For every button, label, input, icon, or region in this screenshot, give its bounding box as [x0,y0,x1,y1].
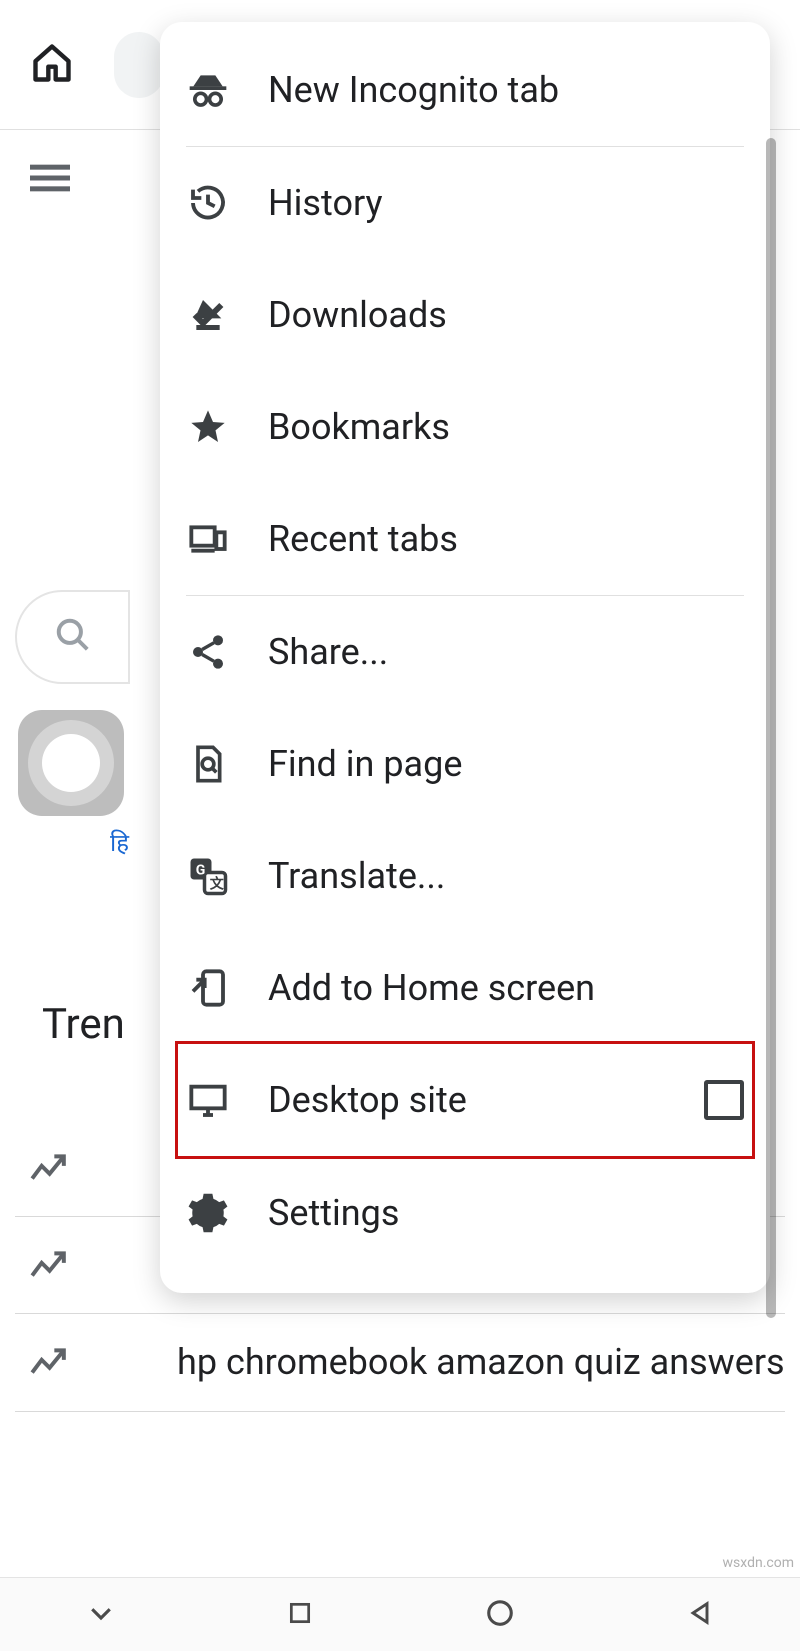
menu-item-translate[interactable]: G文 Translate... [178,820,752,932]
menu-label: Downloads [268,294,447,336]
add-to-home-icon [186,966,230,1010]
downloads-icon [186,293,230,337]
nav-chevron-down-icon[interactable] [86,1598,116,1632]
menu-label: History [268,182,383,224]
history-icon [186,181,230,225]
menu-label: Settings [268,1192,399,1234]
home-icon[interactable] [30,41,74,89]
desktop-icon [186,1078,230,1122]
nav-recents-icon[interactable] [287,1600,313,1630]
recent-tabs-icon [186,517,230,561]
search-icon [54,616,92,658]
menu-label: Find in page [268,743,462,785]
menu-label: New Incognito tab [268,69,559,111]
app-shortcut[interactable] [18,710,124,816]
menu-item-add-home[interactable]: Add to Home screen [178,932,752,1044]
nav-back-icon[interactable] [686,1599,714,1631]
trending-icon [29,1247,67,1289]
menu-label: Add to Home screen [268,967,595,1009]
menu-item-recent-tabs[interactable]: Recent tabs [178,483,752,595]
menu-item-desktop-site[interactable]: Desktop site [178,1044,752,1156]
menu-item-share[interactable]: Share... [178,596,752,708]
menu-scrollbar[interactable] [766,138,776,1318]
search-box[interactable] [15,590,130,684]
menu-label: Translate... [268,855,445,897]
menu-item-downloads[interactable]: Downloads [178,259,752,371]
bookmarks-icon [186,405,230,449]
incognito-icon [186,68,230,112]
watermark: wsxdn.com [723,1555,794,1571]
trending-text: hp chromebook amazon quiz answers [177,1338,785,1387]
browser-overflow-menu: New Incognito tab History Downloads Book… [160,22,770,1293]
trending-icon [29,1344,67,1386]
app-shortcut-inner [42,734,100,792]
nav-home-icon[interactable] [485,1598,515,1632]
trending-header: Tren [42,1000,125,1049]
hamburger-icon[interactable] [30,158,70,202]
trending-item[interactable]: hp chromebook amazon quiz answers [15,1314,785,1412]
menu-item-find[interactable]: Find in page [178,708,752,820]
menu-item-bookmarks[interactable]: Bookmarks [178,371,752,483]
svg-text:G: G [196,862,206,878]
address-bar[interactable] [114,32,164,98]
menu-label: Desktop site [268,1079,467,1121]
settings-icon [186,1191,230,1235]
menu-item-settings[interactable]: Settings [178,1157,752,1269]
find-in-page-icon [186,742,230,786]
language-link[interactable]: हि [110,826,129,859]
translate-icon: G文 [186,854,230,898]
desktop-site-checkbox[interactable] [704,1080,744,1120]
menu-label: Bookmarks [268,406,450,448]
menu-label: Share... [268,631,388,673]
menu-item-incognito[interactable]: New Incognito tab [178,34,752,146]
menu-item-history[interactable]: History [178,147,752,259]
svg-text:文: 文 [210,875,225,892]
menu-label: Recent tabs [268,518,458,560]
trending-icon [29,1150,67,1192]
share-icon [186,630,230,674]
system-nav-bar [0,1577,800,1651]
